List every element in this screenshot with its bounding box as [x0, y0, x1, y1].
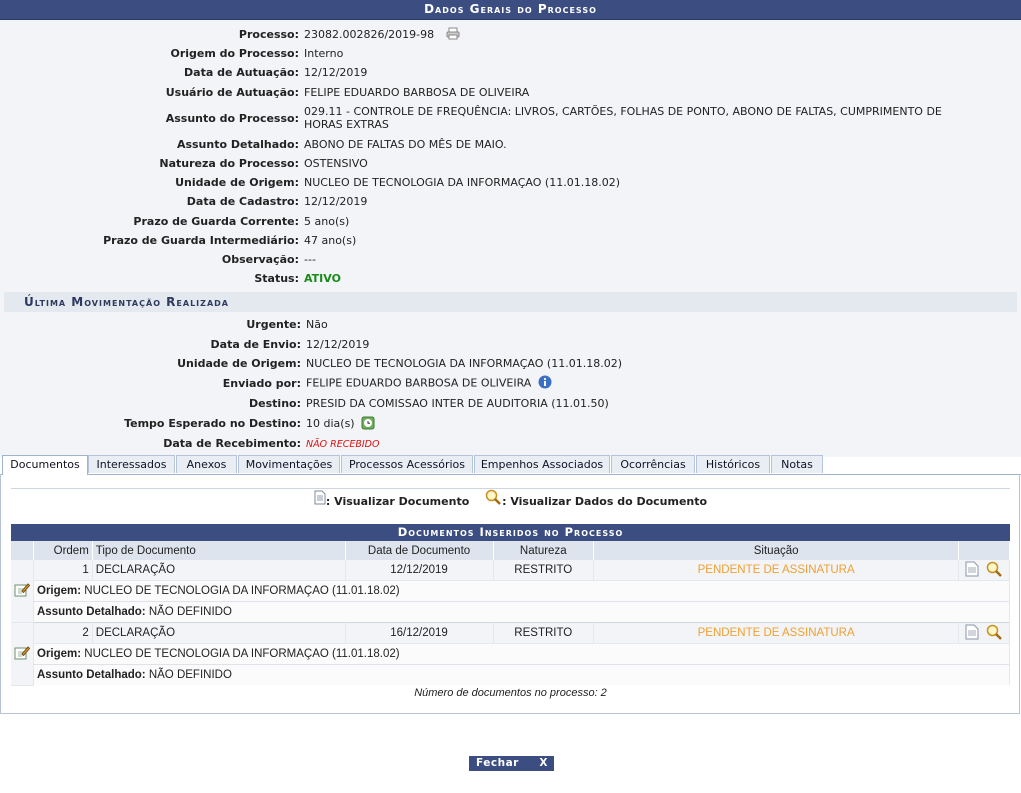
status-value: ATIVO — [304, 272, 341, 286]
tab-processos-acessorios[interactable]: Processos Acessórios — [341, 455, 473, 473]
mov-row: Data de Recebimento: NÃO RECEBIDO — [163, 437, 380, 451]
view-data-icon[interactable] — [986, 561, 1003, 580]
col-ordem: Ordem — [33, 541, 93, 560]
col-situacao: Situação — [593, 541, 960, 560]
info-row: Prazo de Guarda Corrente: 5 ano(s) — [133, 214, 350, 228]
edit-icon[interactable] — [14, 582, 31, 600]
table-subrow-assunto: Assunto Detalhado: NÃO DEFINIDO — [11, 664, 1010, 685]
tab-movimentacoes[interactable]: Movimentações — [238, 455, 340, 473]
edit-icon[interactable] — [14, 645, 31, 663]
info-icon[interactable] — [538, 375, 552, 392]
col-natureza: Natureza — [493, 541, 595, 560]
documents-count: Número de documentos no processo: 2 — [414, 687, 607, 699]
legend: : Visualizar Documento : Visualizar Dado… — [11, 488, 1010, 515]
table-row: 2 DECLARAÇÃO 16/12/2019 RESTRITO PENDENT… — [11, 622, 1010, 686]
info-row: Prazo de Guarda Intermediário: 47 ano(s) — [103, 233, 357, 247]
info-row: Data de Autuação: 12/12/2019 — [184, 66, 368, 80]
clock-icon[interactable] — [361, 415, 376, 433]
table-subrow-origem: Origem: NUCLEO DE TECNOLOGIA DA INFORMAÇ… — [11, 580, 1010, 602]
docs-table-title: Documentos Inseridos no Processo — [11, 524, 1010, 541]
mov-row: Data de Envio: 12/12/2019 — [210, 337, 370, 351]
mov-row: Enviado por: FELIPE EDUARDO BARBOSA DE OL… — [0, 373, 1021, 394]
tab-empenhos-associados[interactable]: Empenhos Associados — [474, 455, 610, 473]
info-row: Origem do Processo: Interno — [170, 47, 344, 61]
situacao-badge: PENDENTE DE ASSINATURA — [593, 622, 960, 644]
view-data-icon[interactable] — [986, 624, 1003, 643]
col-data: Data de Documento — [345, 541, 494, 560]
info-row: Usuário de Autuação: FELIPE EDUARDO BARBO… — [165, 85, 530, 99]
tab-notas[interactable]: Notas — [771, 455, 823, 473]
view-document-icon[interactable] — [965, 561, 979, 580]
print-icon[interactable] — [446, 27, 460, 43]
situacao-badge: PENDENTE DE ASSINATURA — [593, 560, 960, 581]
view-document-icon[interactable] — [965, 624, 979, 643]
close-button[interactable]: Fechar X — [469, 756, 554, 771]
close-button-label: Fechar — [476, 757, 519, 769]
documents-table: Ordem Tipo de Documento Data de Document… — [11, 541, 1010, 686]
tab-historicos[interactable]: Históricos — [696, 455, 770, 473]
process-panel: Dados Gerais do Processo Processo: 23082.… — [0, 0, 1021, 458]
info-row: Assunto do Processo: 029.11 - CONTROLE DE… — [165, 105, 942, 132]
info-row-status: Status: ATIVO — [0, 269, 1021, 288]
tab-interessados[interactable]: Interessados — [88, 455, 175, 473]
magnifier-icon — [485, 489, 502, 515]
table-header-row: Ordem Tipo de Documento Data de Document… — [11, 541, 1010, 560]
info-row: Assunto Detalhado: ABONO DE FALTAS DO MÊS… — [176, 137, 507, 151]
tab-bar: Documentos Interessados Anexos Movimenta… — [0, 455, 1021, 475]
tab-ocorrencias[interactable]: Ocorrências — [611, 455, 695, 473]
section-title-movimentacao: Última Movimentação Realizada — [4, 292, 1017, 313]
not-received-text: NÃO RECEBIDO — [306, 439, 380, 451]
mov-row: Destino: PRESID DA COMISSAO INTER DE AUDI… — [249, 396, 609, 410]
general-info: Processo: 23082.002826/2019-98 Origem do … — [0, 20, 1021, 458]
table-row: 1 DECLARAÇÃO 12/12/2019 RESTRITO PENDENT… — [11, 560, 1010, 623]
info-row: Observação: --- — [221, 252, 316, 266]
col-tipo: Tipo de Documento — [92, 541, 346, 560]
tab-documentos[interactable]: Documentos — [2, 455, 88, 475]
info-row: Data de Cadastro: 12/12/2019 — [186, 195, 368, 209]
table-subrow-origem: Origem: NUCLEO DE TECNOLOGIA DA INFORMAÇ… — [11, 643, 1010, 665]
table-subrow-assunto: Assunto Detalhado: NÃO DEFINIDO — [11, 601, 1010, 623]
info-row-processo: Processo: 23082.002826/2019-98 — [0, 25, 1021, 44]
info-row: Unidade de Origem: NUCLEO DE TECNOLOGIA D… — [175, 176, 620, 190]
close-icon: X — [539, 757, 548, 769]
mov-row: Tempo Esperado no Destino: 10 dia(s) — [0, 413, 1021, 434]
tab-anexos[interactable]: Anexos — [176, 455, 237, 473]
document-icon — [314, 489, 326, 515]
page-title: Dados Gerais do Processo — [0, 0, 1021, 20]
mov-row: Unidade de Origem: NUCLEO DE TECNOLOGIA D… — [177, 356, 622, 370]
info-row: Natureza do Processo: OSTENSIVO — [159, 157, 368, 171]
mov-row: Urgente: Não — [246, 318, 328, 332]
